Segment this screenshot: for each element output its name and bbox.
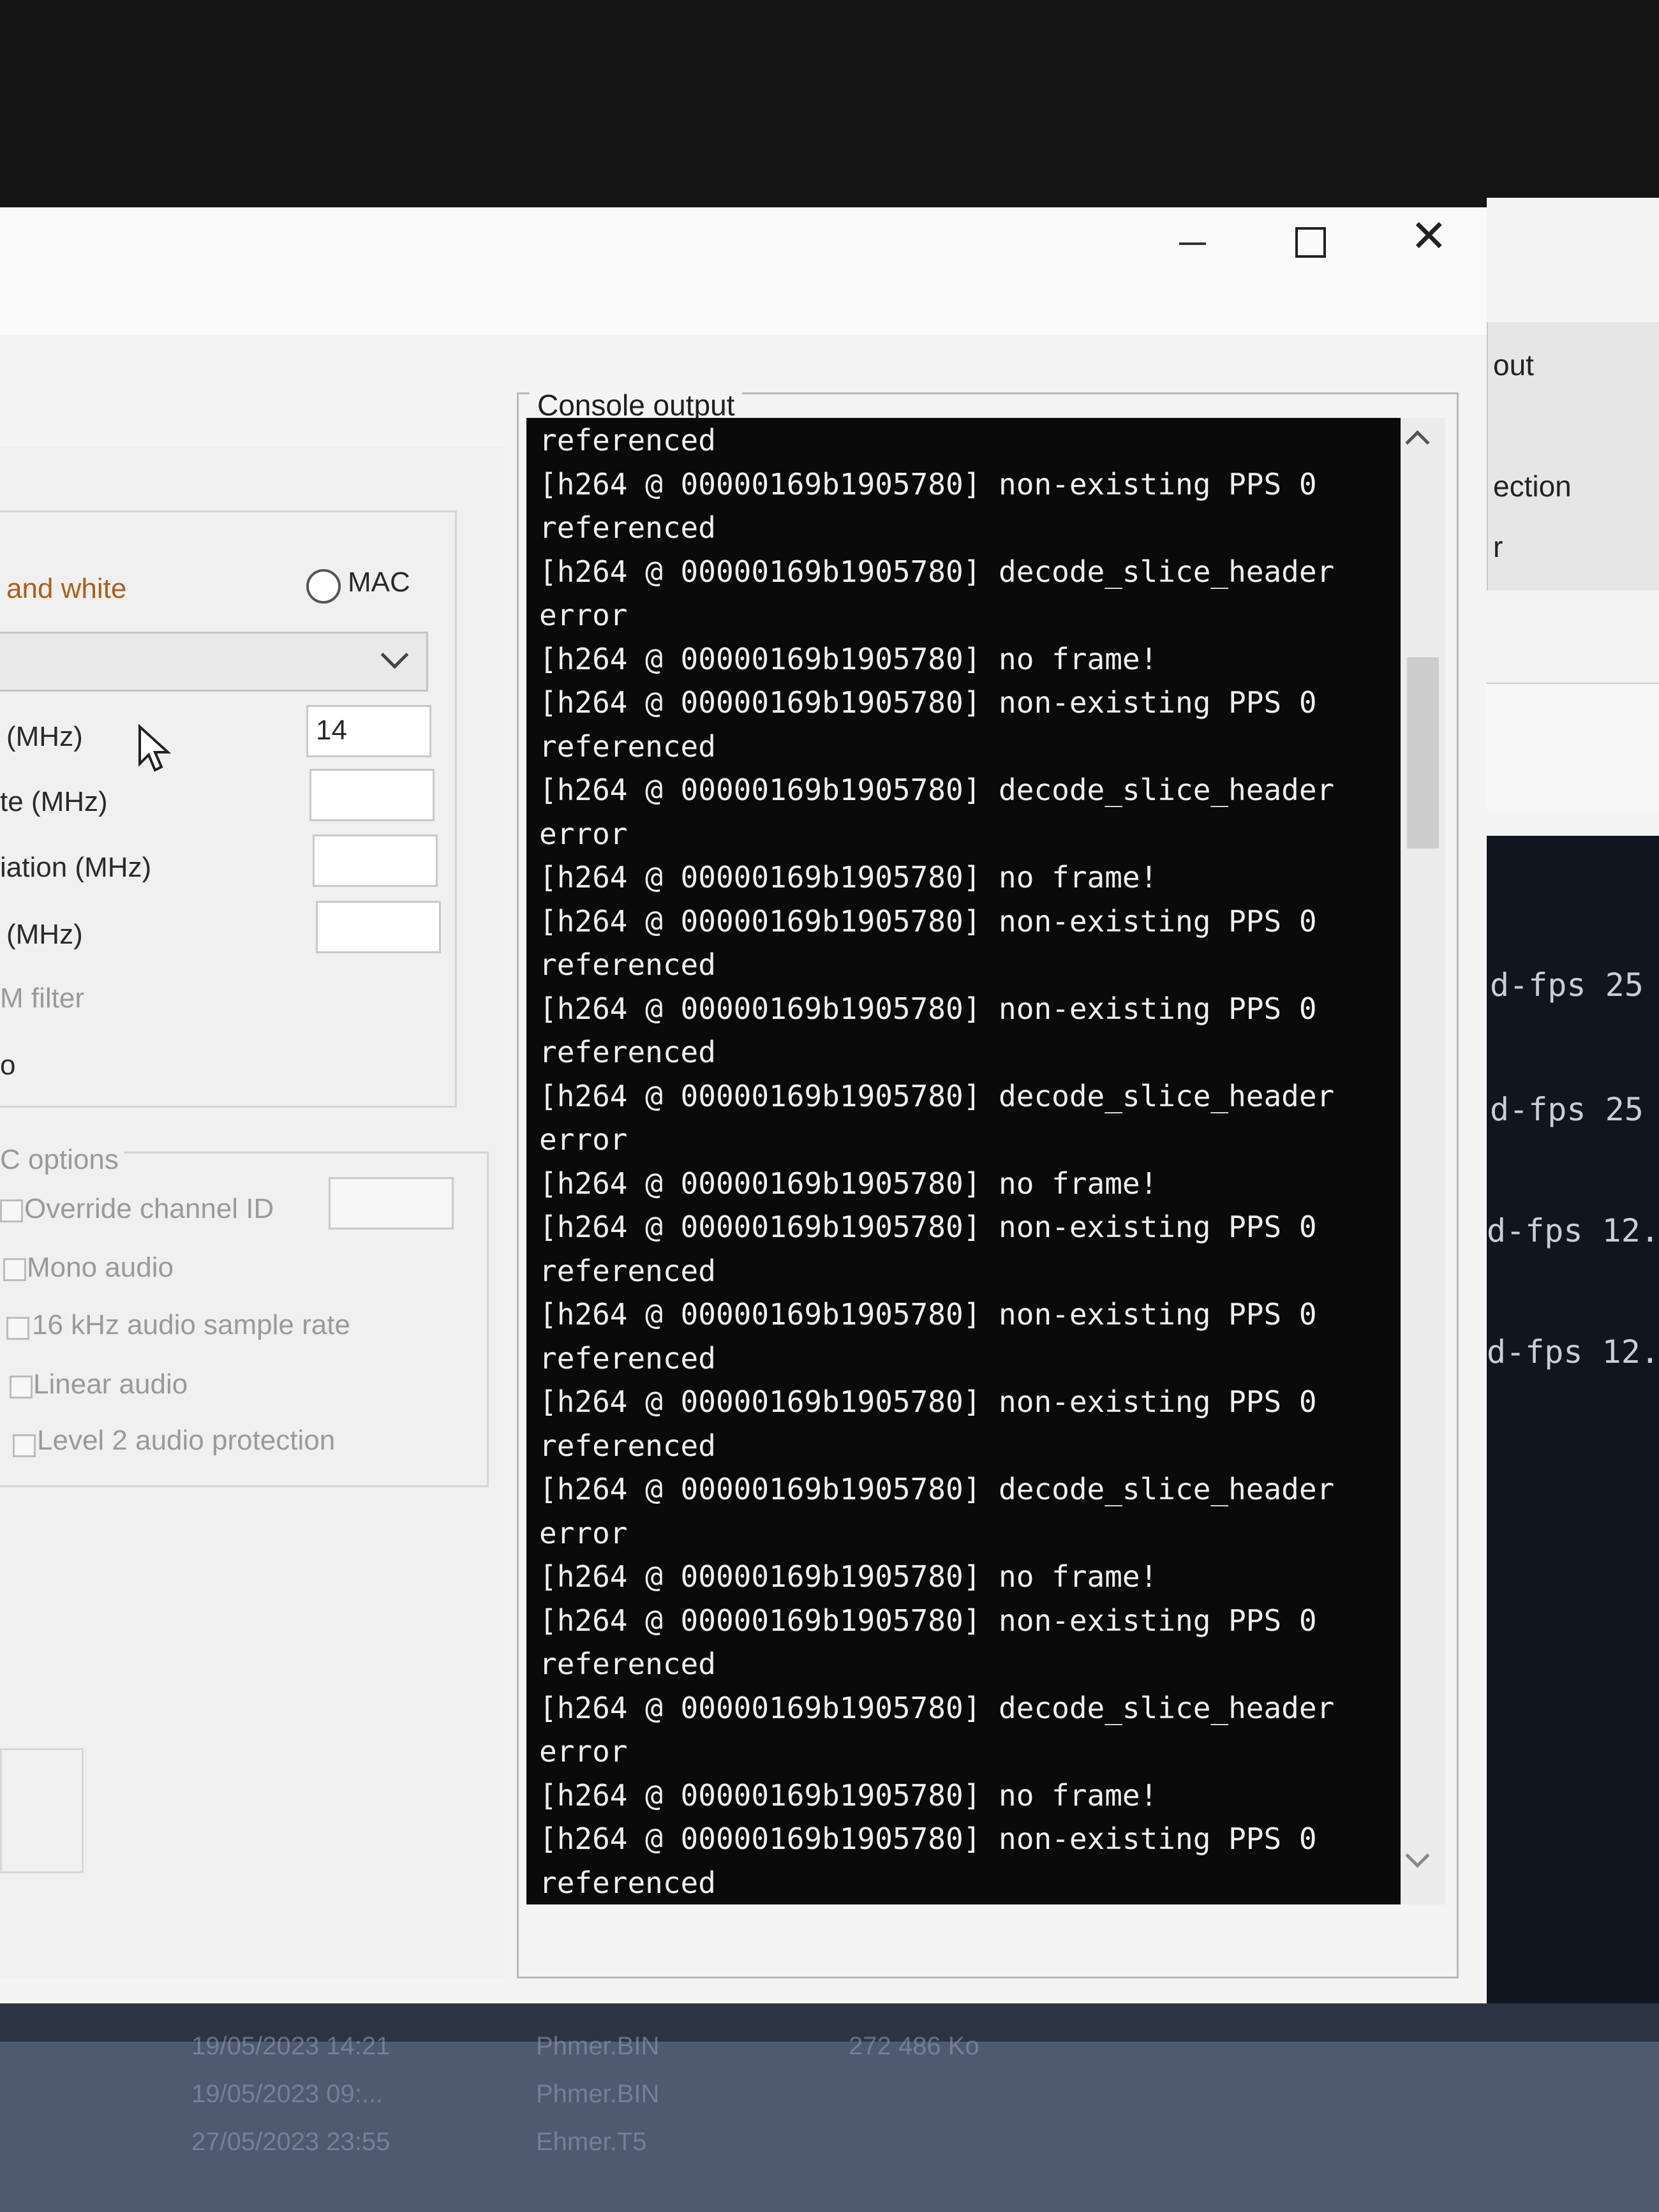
- console-line: [h264 @ 00000169b1905780] non-existing P…: [539, 991, 1317, 1026]
- console-line: error: [539, 1734, 628, 1769]
- console-line: referenced: [539, 1253, 716, 1288]
- title-bar: [0, 207, 1487, 335]
- frequency-label: (MHz): [6, 721, 83, 752]
- terminal-line: d-fps 25: [1490, 1091, 1644, 1128]
- minimize-icon: [1179, 242, 1206, 245]
- extra-option-label: o: [0, 1050, 16, 1081]
- linear-audio-checkbox[interactable]: [10, 1376, 33, 1399]
- file-date: 19/05/2023 14:21: [191, 2032, 391, 2060]
- override-channel-label: Override channel ID: [24, 1193, 274, 1224]
- console-line: [h264 @ 00000169b1905780] no frame!: [539, 860, 1158, 894]
- file-size: 272 486 Ko: [849, 2032, 979, 2060]
- offset-input[interactable]: [316, 901, 441, 953]
- console-line: [h264 @ 00000169b1905780] non-existing P…: [539, 1297, 1317, 1332]
- audio-protection-checkbox[interactable]: [13, 1434, 36, 1457]
- console-line: [h264 @ 00000169b1905780] decode_slice_h…: [539, 773, 1335, 807]
- console-line: referenced: [539, 1865, 716, 1900]
- mode-dropdown[interactable]: [0, 632, 428, 692]
- left-panel-box: [0, 1748, 84, 1873]
- override-channel-checkbox[interactable]: [0, 1199, 23, 1222]
- mouse-pointer-icon: [138, 724, 172, 772]
- mac-radio-label: MAC: [348, 567, 410, 598]
- console-line: [h264 @ 00000169b1905780] non-existing P…: [539, 466, 1317, 501]
- mac-options-legend: C options: [0, 1144, 124, 1176]
- console-line: [h264 @ 00000169b1905780] non-existing P…: [539, 1603, 1317, 1638]
- monitor-bezel: [0, 0, 1659, 211]
- console-line: [h264 @ 00000169b1905780] non-existing P…: [539, 1384, 1317, 1419]
- close-icon: ✕: [1410, 211, 1448, 261]
- console-line: [h264 @ 00000169b1905780] no frame!: [539, 641, 1158, 676]
- offset-label: (MHz): [6, 919, 83, 950]
- file-name: Phmer.BIN: [536, 2032, 660, 2060]
- file-list-strip: [0, 2042, 1659, 2212]
- background-toolbar: [1487, 683, 1659, 812]
- console-line: referenced: [539, 729, 716, 764]
- console-line: referenced: [539, 1647, 716, 1681]
- console-line: referenced: [539, 1428, 716, 1463]
- console-line: error: [539, 598, 628, 632]
- console-line: [h264 @ 00000169b1905780] decode_slice_h…: [539, 554, 1335, 589]
- console-line: [h264 @ 00000169b1905780] non-existing P…: [539, 1210, 1317, 1244]
- rate-input[interactable]: [309, 769, 435, 821]
- rate-label: te (MHz): [0, 786, 108, 817]
- console-line: referenced: [539, 510, 716, 545]
- console-line: [h264 @ 00000169b1905780] no frame!: [539, 1559, 1158, 1594]
- console-line: referenced: [539, 1035, 716, 1069]
- console-line: [h264 @ 00000169b1905780] non-existing P…: [539, 1822, 1317, 1856]
- file-name: Phmer.BIN: [536, 2080, 660, 2108]
- console-output[interactable]: referenced [h264 @ 00000169b1905780] non-…: [526, 418, 1401, 1904]
- maximize-button[interactable]: [1295, 227, 1326, 258]
- file-date: 19/05/2023 09:...: [191, 2080, 383, 2108]
- console-line: [h264 @ 00000169b1905780] decode_slice_h…: [539, 1690, 1335, 1725]
- console-scrollbar[interactable]: [1401, 418, 1445, 1904]
- mono-audio-checkbox[interactable]: [3, 1258, 26, 1281]
- console-line: [h264 @ 00000169b1905780] decode_slice_h…: [539, 1078, 1335, 1113]
- console-line: error: [539, 816, 628, 851]
- audio-protection-label: Level 2 audio protection: [37, 1425, 336, 1456]
- frequency-input[interactable]: 14: [306, 705, 431, 757]
- minimize-button[interactable]: [1173, 217, 1211, 255]
- radio-label-color: and white: [6, 573, 127, 604]
- deviation-input[interactable]: [313, 835, 438, 887]
- console-line: referenced: [539, 947, 716, 982]
- background-terminal: [1474, 836, 1659, 2048]
- mono-audio-label: Mono audio: [27, 1252, 174, 1283]
- console-line: error: [539, 1122, 628, 1157]
- terminal-line: d-fps 12.: [1487, 1333, 1659, 1370]
- background-label-r: r: [1493, 530, 1503, 563]
- console-line: [h264 @ 00000169b1905780] non-existing P…: [539, 903, 1317, 939]
- background-label-ection: ection: [1493, 470, 1572, 503]
- console-title: Console output: [530, 388, 743, 422]
- frequency-value: 14: [316, 715, 347, 746]
- linear-audio-label: Linear audio: [33, 1369, 188, 1400]
- console-line: [h264 @ 00000169b1905780] no frame!: [539, 1778, 1158, 1813]
- close-button[interactable]: ✕: [1410, 214, 1448, 258]
- console-line: referenced: [539, 1340, 716, 1376]
- terminal-line: d-fps 12.: [1487, 1212, 1659, 1249]
- channel-id-input[interactable]: [329, 1177, 454, 1229]
- 16khz-audio-label: 16 kHz audio sample rate: [32, 1309, 350, 1340]
- console-line: [h264 @ 00000169b1905780] non-existing P…: [539, 685, 1317, 720]
- console-line: [h264 @ 00000169b1905780] decode_slice_h…: [539, 1472, 1335, 1506]
- console-line: error: [539, 1515, 628, 1550]
- console-line: [h264 @ 00000169b1905780] no frame!: [539, 1166, 1158, 1201]
- mac-radio[interactable]: [306, 569, 341, 604]
- filter-label: M filter: [0, 983, 84, 1014]
- console-line: referenced: [539, 423, 716, 457]
- file-name: Ehmer.T5: [536, 2128, 647, 2156]
- background-label-out: out: [1493, 348, 1534, 382]
- 16khz-audio-checkbox[interactable]: [6, 1317, 29, 1340]
- scrollbar-thumb[interactable]: [1407, 657, 1439, 849]
- terminal-line: d-fps 25: [1490, 967, 1644, 1004]
- chevron-down-icon: [380, 641, 409, 669]
- deviation-label: iation (MHz): [0, 852, 152, 883]
- file-date: 27/05/2023 23:55: [191, 2128, 391, 2156]
